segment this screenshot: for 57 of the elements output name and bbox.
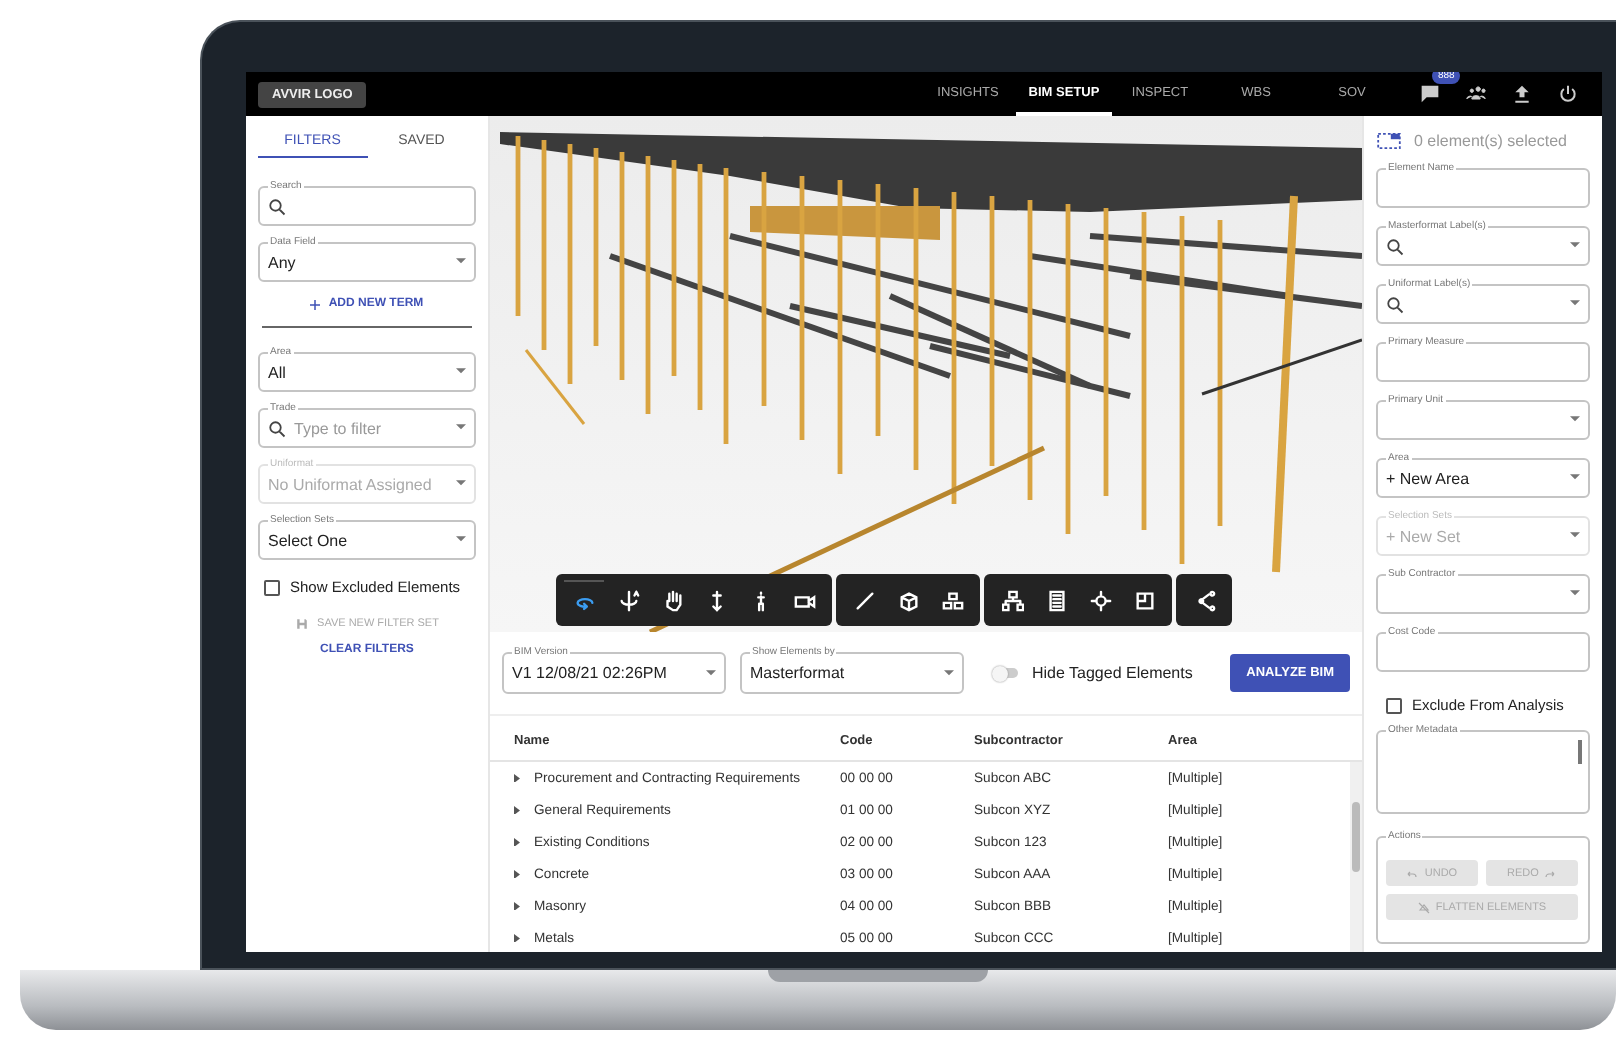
checkbox[interactable] xyxy=(1386,697,1402,713)
expand-arrow-icon[interactable] xyxy=(514,869,520,879)
expand-arrow-icon[interactable] xyxy=(514,901,520,911)
cubes-icon xyxy=(941,590,963,612)
search-icon xyxy=(268,419,286,437)
plus-icon xyxy=(310,299,321,309)
caret-icon xyxy=(1570,416,1580,424)
caret-icon xyxy=(1570,300,1580,308)
field-value: + New Set xyxy=(1386,527,1461,545)
search-icon xyxy=(1386,295,1404,313)
selection-count: 0 element(s) selected xyxy=(1414,132,1567,150)
ruler-icon xyxy=(853,590,875,612)
field-value: V1 12/08/21 02:26PM xyxy=(512,664,667,682)
rotate-icon xyxy=(617,590,639,612)
checkbox[interactable] xyxy=(264,579,280,595)
toggle-switch[interactable] xyxy=(994,668,1018,678)
power-icon[interactable] xyxy=(1558,84,1578,104)
caret-icon xyxy=(456,480,466,488)
hand-icon xyxy=(661,590,683,612)
field-value: No Uniformat Assigned xyxy=(268,475,432,493)
caret-icon xyxy=(706,669,716,677)
field-value: Any xyxy=(268,253,296,271)
redo-arrow-icon xyxy=(1544,867,1557,879)
expand-arrow-icon[interactable] xyxy=(514,837,520,847)
chat-icon[interactable] xyxy=(1420,84,1440,104)
gear-icon xyxy=(1089,590,1111,612)
hierarchy-icon xyxy=(1001,590,1023,612)
upload-icon[interactable] xyxy=(1512,84,1532,104)
caret-icon xyxy=(944,669,954,677)
field-value: Select One xyxy=(268,531,348,549)
caret-icon xyxy=(456,536,466,544)
selection-box-icon xyxy=(1376,132,1402,150)
caret-icon xyxy=(1570,590,1580,598)
share-icon xyxy=(1193,590,1215,612)
caret-icon xyxy=(1570,532,1580,540)
document-icon xyxy=(1045,590,1067,612)
placeholder-text: Type to filter xyxy=(294,419,382,437)
caret-icon xyxy=(456,424,466,432)
toggle-label: Hide Tagged Elements xyxy=(1032,664,1193,682)
layers-crossed-icon xyxy=(1417,901,1430,913)
field-value: Masterformat xyxy=(750,664,845,682)
expand-arrow-icon[interactable] xyxy=(514,773,520,783)
expand-arrow-icon[interactable] xyxy=(514,805,520,815)
people-icon[interactable] xyxy=(1466,84,1486,104)
expand-arrow-icon[interactable] xyxy=(514,933,520,943)
field-value: + New Area xyxy=(1386,469,1470,487)
cube-icon xyxy=(897,590,919,612)
scrollbar[interactable] xyxy=(1350,762,1362,952)
caret-icon xyxy=(1570,242,1580,250)
caret-icon xyxy=(456,258,466,266)
undo-arrow-icon xyxy=(1406,867,1419,879)
caret-icon xyxy=(456,368,466,376)
camera-icon xyxy=(793,590,815,612)
field-value: All xyxy=(268,363,286,381)
search-icon xyxy=(268,197,286,215)
search-icon xyxy=(1386,237,1404,255)
caret-icon xyxy=(1570,474,1580,482)
